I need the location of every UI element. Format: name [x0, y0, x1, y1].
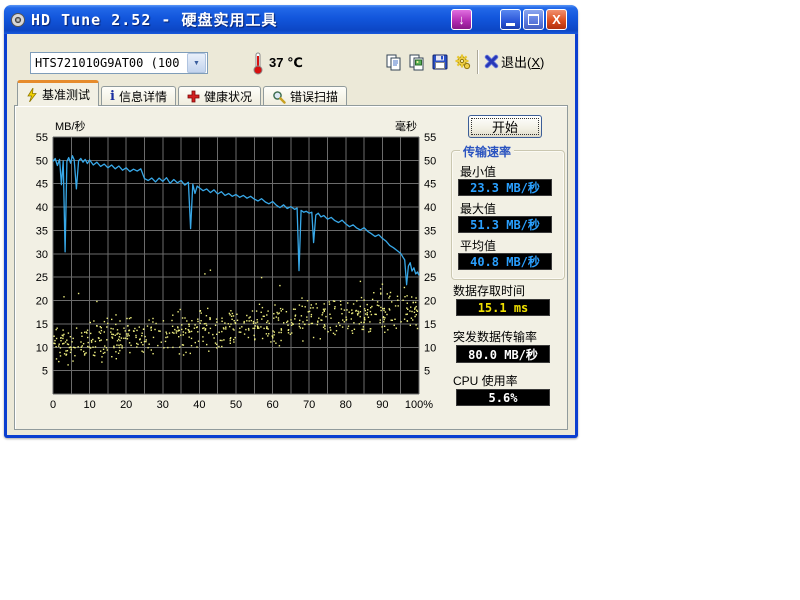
save-icon — [431, 53, 449, 71]
svg-text:10: 10 — [36, 342, 48, 354]
svg-text:毫秒: 毫秒 — [395, 119, 417, 133]
copy-icon — [385, 53, 403, 71]
options-icon — [454, 53, 472, 71]
svg-text:50: 50 — [230, 399, 242, 411]
min-value: 23.3 MB/秒 — [458, 179, 552, 196]
window-title: HD Tune 2.52 - 硬盘实用工具 — [31, 9, 277, 30]
save-button[interactable] — [429, 51, 451, 73]
tab-benchmark[interactable]: 基准测试 — [17, 80, 99, 106]
svg-text:5: 5 — [424, 366, 430, 378]
svg-text:40: 40 — [424, 202, 436, 214]
svg-text:10: 10 — [424, 342, 436, 354]
transfer-rate-group: 传输速率 最小值 23.3 MB/秒 最大值 51.3 MB/秒 平均值 40.… — [451, 150, 565, 280]
close-button[interactable]: X — [546, 9, 567, 30]
svg-text:45: 45 — [36, 179, 48, 191]
svg-text:50: 50 — [36, 155, 48, 167]
temperature-value: 37 ℃ — [269, 55, 303, 71]
cpu-usage-value: 5.6% — [456, 389, 550, 406]
exit-x-icon — [484, 54, 499, 69]
svg-text:15: 15 — [36, 319, 48, 331]
max-label: 最大值 — [460, 200, 496, 217]
client-area: HTS721010G9AT00 (100 GB) ▼ 37 ℃ — [7, 34, 575, 435]
tab-error-scan[interactable]: 错误扫描 — [263, 86, 347, 106]
close-icon: X — [552, 13, 561, 26]
thermometer-icon — [252, 51, 264, 75]
svg-text:0: 0 — [50, 399, 56, 411]
drive-select-value: HTS721010G9AT00 (100 GB) — [31, 56, 187, 70]
svg-text:40: 40 — [36, 202, 48, 214]
app-window: HD Tune 2.52 - 硬盘实用工具 ↓ X HTS721010G9AT0… — [4, 5, 578, 438]
svg-text:45: 45 — [424, 179, 436, 191]
svg-text:25: 25 — [424, 272, 436, 284]
svg-text:35: 35 — [36, 225, 48, 237]
svg-text:15: 15 — [424, 319, 436, 331]
svg-text:10: 10 — [83, 399, 95, 411]
copy-button[interactable] — [383, 51, 405, 73]
access-time-value: 15.1 ms — [456, 299, 550, 316]
avg-value: 40.8 MB/秒 — [458, 253, 552, 270]
benchmark-chart: MB/秒毫秒5555505045454040353530302525202015… — [31, 112, 451, 412]
svg-text:70: 70 — [303, 399, 315, 411]
drive-select[interactable]: HTS721010G9AT00 (100 GB) ▼ — [30, 52, 208, 74]
titlebar[interactable]: HD Tune 2.52 - 硬盘实用工具 ↓ X — [4, 5, 578, 34]
chevron-down-icon[interactable]: ▼ — [187, 53, 206, 73]
minimize-button[interactable] — [500, 9, 521, 30]
start-button-label: 开始 — [492, 117, 518, 136]
svg-text:30: 30 — [157, 399, 169, 411]
svg-text:40: 40 — [193, 399, 205, 411]
cpu-usage-label: CPU 使用率 — [453, 372, 518, 389]
benchmark-icon — [26, 88, 38, 102]
tab-label: 基准测试 — [42, 86, 90, 103]
svg-text:25: 25 — [36, 272, 48, 284]
tab-health[interactable]: 健康状况 — [178, 86, 261, 106]
tab-label: 健康状况 — [204, 88, 252, 105]
options-button[interactable] — [452, 51, 474, 73]
error-scan-icon — [272, 90, 286, 104]
tab-label: 信息详情 — [119, 88, 167, 105]
exit-label: 退出(X) — [501, 52, 544, 71]
copy-image-button[interactable] — [406, 51, 428, 73]
burst-rate-value: 80.0 MB/秒 — [456, 345, 550, 363]
svg-text:100%: 100% — [405, 399, 433, 411]
health-icon — [187, 90, 200, 103]
tab-bar: 基准测试 i 信息详情 健康状况 错误扫描 — [17, 84, 349, 106]
svg-text:30: 30 — [36, 249, 48, 261]
svg-text:35: 35 — [424, 225, 436, 237]
svg-text:60: 60 — [266, 399, 278, 411]
burst-rate-label: 突发数据传输率 — [453, 328, 537, 345]
access-time-label: 数据存取时间 — [453, 282, 525, 299]
svg-text:90: 90 — [376, 399, 388, 411]
down-arrow-icon: ↓ — [458, 13, 465, 26]
svg-text:50: 50 — [424, 155, 436, 167]
info-icon: i — [110, 90, 115, 103]
tab-info[interactable]: i 信息详情 — [101, 86, 176, 106]
max-value: 51.3 MB/秒 — [458, 216, 552, 233]
app-icon — [10, 12, 26, 28]
copy-image-icon — [408, 53, 426, 71]
toolbar-separator — [477, 50, 479, 74]
maximize-button[interactable] — [523, 9, 544, 30]
svg-text:80: 80 — [340, 399, 352, 411]
tab-label: 错误扫描 — [290, 88, 338, 105]
minimize-icon — [506, 23, 515, 26]
svg-text:55: 55 — [36, 132, 48, 144]
svg-text:20: 20 — [424, 296, 436, 308]
benchmark-page: MB/秒毫秒5555505045454040353530302525202015… — [14, 105, 568, 430]
group-title: 传输速率 — [460, 143, 514, 160]
svg-text:55: 55 — [424, 132, 436, 144]
svg-text:20: 20 — [120, 399, 132, 411]
svg-text:30: 30 — [424, 249, 436, 261]
svg-text:5: 5 — [42, 366, 48, 378]
svg-text:MB/秒: MB/秒 — [55, 119, 86, 133]
avg-label: 平均值 — [460, 237, 496, 254]
min-label: 最小值 — [460, 163, 496, 180]
svg-text:20: 20 — [36, 296, 48, 308]
start-button[interactable]: 开始 — [468, 115, 542, 138]
maximize-icon — [528, 14, 539, 25]
exit-button[interactable]: 退出(X) — [484, 52, 544, 71]
download-overlay-button[interactable]: ↓ — [451, 9, 472, 30]
